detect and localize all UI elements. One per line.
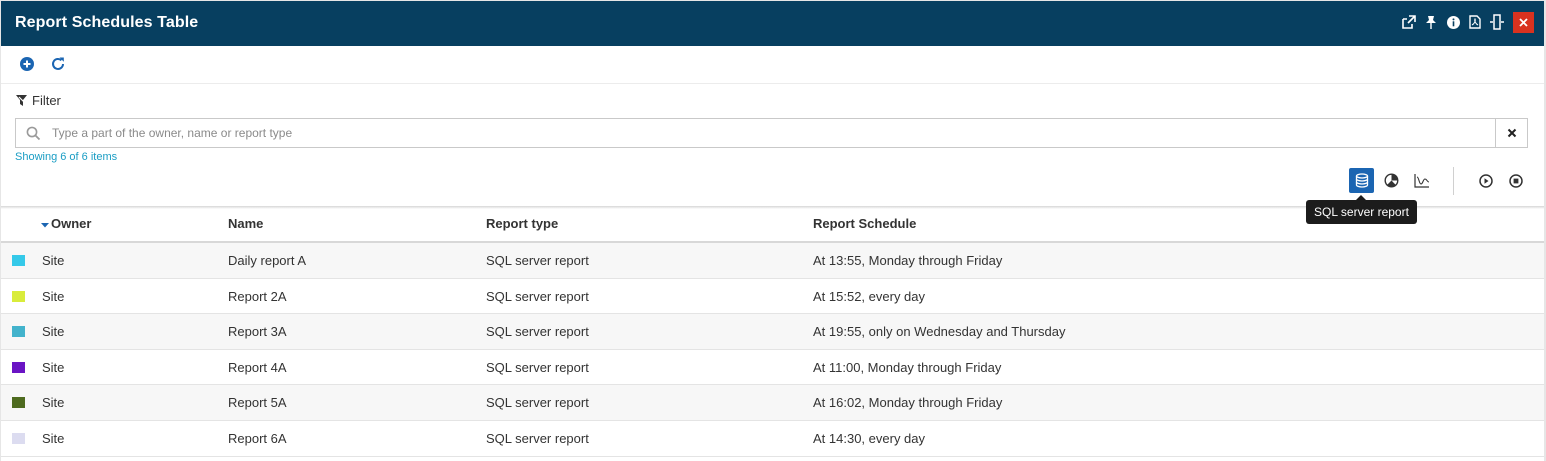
- name-cell: Report 3A: [228, 324, 287, 340]
- name-cell: Report 4A: [228, 359, 287, 375]
- search-icon: [26, 126, 41, 141]
- schedule-cell: At 11:00, Monday through Friday: [813, 359, 1002, 375]
- name-cell: Report 2A: [228, 288, 287, 304]
- report-type-cell: SQL server report: [486, 253, 589, 268]
- close-icon: [1519, 17, 1528, 27]
- window-controls: [1398, 11, 1534, 33]
- trend-chart-view-button[interactable]: [1409, 168, 1434, 193]
- search-box: [15, 118, 1528, 148]
- view-tooltip: SQL server report: [1306, 195, 1417, 224]
- filter-icon: [16, 95, 27, 106]
- owner-cell: Site: [42, 430, 65, 446]
- pie-chart-icon: [1384, 173, 1399, 188]
- table-row[interactable]: Site Report 3A SQL server report At 19:5…: [1, 314, 1544, 350]
- database-icon: [1355, 173, 1368, 188]
- filter-label-text: Filter: [32, 93, 61, 108]
- sort-descending-icon: [41, 222, 49, 228]
- schedule-cell: At 19:55, only on Wednesday and Thursday: [813, 324, 1066, 340]
- column-header-owner[interactable]: Owner: [41, 216, 91, 231]
- search-input[interactable]: [52, 123, 1482, 143]
- info-icon[interactable]: [1442, 11, 1464, 33]
- owner-cell: Site: [42, 288, 65, 304]
- row-color-swatch: [12, 255, 25, 266]
- schedule-cell: At 16:02, Monday through Friday: [813, 395, 1003, 411]
- row-color-swatch: [12, 397, 25, 409]
- schedule-cell: At 14:30, every day: [813, 430, 926, 446]
- owner-cell: Site: [42, 395, 65, 411]
- name-cell: Daily report A: [228, 253, 307, 268]
- owner-cell: Site: [42, 324, 65, 340]
- row-color-swatch: [12, 290, 25, 302]
- toolbar: [1, 46, 1544, 84]
- sql-server-report-view-button[interactable]: [1349, 168, 1374, 193]
- stop-button[interactable]: [1503, 168, 1528, 193]
- item-count: Showing 6 of 6 items: [15, 151, 118, 163]
- row-color-swatch: [12, 432, 25, 444]
- table-body: Site Daily report A SQL server report At…: [1, 243, 1544, 457]
- row-color-swatch: [12, 361, 25, 373]
- clear-search-button[interactable]: [1495, 119, 1527, 147]
- close-icon: [1507, 128, 1516, 138]
- play-icon: [1478, 173, 1493, 188]
- pdf-export-icon[interactable]: [1464, 11, 1486, 33]
- owner-cell: Site: [42, 253, 65, 268]
- table-row[interactable]: Site Report 5A SQL server report At 16:0…: [1, 385, 1544, 421]
- column-header-name[interactable]: Name: [228, 216, 263, 231]
- table-row[interactable]: Site Report 2A SQL server report At 15:5…: [1, 278, 1544, 315]
- row-color-swatch: [12, 326, 25, 338]
- schedule-cell: At 15:52, every day: [813, 288, 926, 304]
- start-button[interactable]: [1473, 168, 1498, 193]
- title-bar: Report Schedules Table: [1, 1, 1544, 46]
- close-button[interactable]: [1513, 11, 1534, 33]
- schedule-cell: At 13:55, Monday through Friday: [813, 253, 1003, 268]
- report-schedules-panel: Report Schedules Table Filter Type a par…: [1, 1, 1544, 461]
- pin-icon[interactable]: [1420, 11, 1442, 33]
- stop-icon: [1508, 173, 1523, 188]
- toolbar-separator: [1453, 167, 1454, 195]
- column-header-report-schedule[interactable]: Report Schedule: [813, 216, 916, 231]
- report-type-cell: SQL server report: [486, 430, 589, 446]
- popout-icon[interactable]: [1398, 11, 1420, 33]
- refresh-icon: [52, 57, 64, 70]
- plus-circle-icon: [20, 57, 34, 71]
- refresh-button[interactable]: [50, 56, 68, 74]
- resize-icon[interactable]: [1486, 11, 1508, 33]
- table-row[interactable]: Site Report 4A SQL server report At 11:0…: [1, 349, 1544, 386]
- column-header-report-type[interactable]: Report type: [486, 216, 558, 231]
- report-type-cell: SQL server report: [486, 288, 589, 304]
- add-button[interactable]: [19, 56, 37, 74]
- table-row[interactable]: Site Daily report A SQL server report At…: [1, 243, 1544, 279]
- schedules-table: Owner Name Report type Report Schedule S…: [1, 207, 1544, 457]
- name-cell: Report 6A: [228, 430, 287, 446]
- report-type-cell: SQL server report: [486, 324, 589, 340]
- window-title: Report Schedules Table: [15, 14, 199, 31]
- filter-label: Filter: [15, 93, 61, 108]
- report-type-cell: SQL server report: [486, 359, 589, 375]
- name-cell: Report 5A: [228, 395, 287, 411]
- table-row[interactable]: Site Report 6A SQL server report At 14:3…: [1, 420, 1544, 457]
- owner-cell: Site: [42, 359, 65, 375]
- pie-chart-view-button[interactable]: [1379, 168, 1404, 193]
- line-chart-icon: [1413, 174, 1429, 188]
- report-type-cell: SQL server report: [486, 395, 589, 411]
